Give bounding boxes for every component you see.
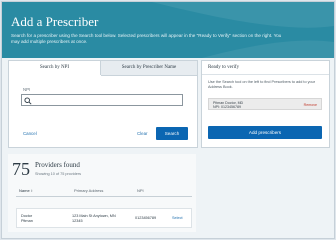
column-header-npi: NPI: [137, 188, 144, 193]
selected-prescriber-card: Pitman Doctor, MD NPI: 0123456789 Remove: [208, 98, 322, 110]
results-count: 75: [12, 159, 30, 179]
table-row: Doctor Pitman 123 Main St Anytown, MN 12…: [16, 208, 192, 228]
row-provider-address: 123 Main St Anytown, MN 12345: [72, 214, 116, 223]
ready-to-verify-panel: Ready to verify Use the Search tool on t…: [201, 60, 330, 148]
remove-prescriber-link[interactable]: Remove: [304, 103, 317, 107]
row-provider-name: Doctor Pitman: [21, 214, 33, 223]
dialog-header: Add a Prescriber Search for a prescriber…: [2, 2, 334, 58]
clear-link[interactable]: Clear: [137, 131, 148, 136]
column-header-name[interactable]: Name ↕: [19, 188, 33, 193]
add-prescriber-dialog: Add a Prescriber Search for a prescriber…: [1, 1, 335, 239]
tab-search-by-prescriber-name[interactable]: Search by Prescriber Name: [101, 61, 197, 76]
ready-to-verify-title: Ready to verify: [202, 61, 329, 75]
selected-prescriber-name: Pitman Doctor, MD: [213, 100, 244, 105]
column-header-primary-address: Primary Address: [74, 188, 104, 193]
page-subtitle: Search for a prescriber using the Search…: [11, 33, 282, 44]
results-summary: Showing 10 of 75 providers: [35, 172, 82, 176]
npi-label: NPI: [23, 87, 31, 92]
results-label: Providers found: [35, 161, 80, 169]
table-header-divider: [16, 196, 192, 197]
search-icon: [24, 96, 32, 105]
search-panel: Search by NPI Search by Prescriber Name …: [8, 60, 198, 148]
tab-search-by-npi[interactable]: Search by NPI: [9, 61, 101, 75]
cancel-link[interactable]: Cancel: [23, 131, 37, 136]
results-section: 75 Providers found Showing 10 of 75 prov…: [8, 154, 196, 232]
row-provider-npi: 0123456789: [135, 215, 157, 220]
header-wave-decoration: [152, 2, 334, 58]
search-button[interactable]: Search: [156, 127, 188, 140]
npi-input[interactable]: [21, 94, 183, 106]
ready-to-verify-description: Use the Search tool on the left to find …: [208, 80, 316, 89]
add-prescribers-button[interactable]: Add prescribers: [208, 126, 322, 139]
selected-prescriber-npi: NPI: 0123456789: [213, 105, 241, 109]
row-select-link[interactable]: Select: [172, 216, 183, 220]
page-title: Add a Prescriber: [11, 14, 99, 29]
